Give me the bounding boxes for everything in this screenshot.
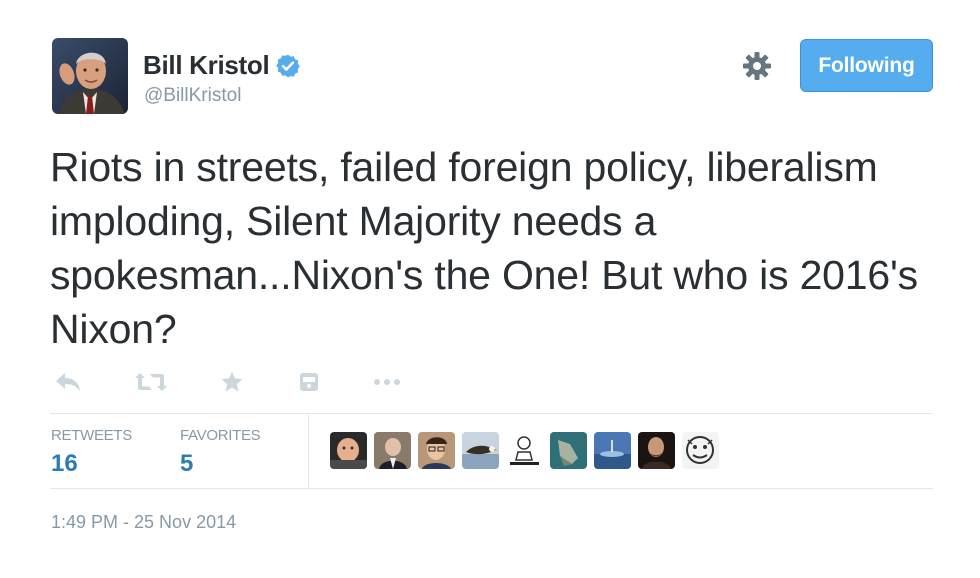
following-button[interactable]: Following <box>800 39 933 92</box>
more-dots-icon[interactable] <box>372 368 402 396</box>
retweet-icon[interactable] <box>134 368 168 396</box>
favorites-label: FAVORITES <box>180 427 261 444</box>
retweeter-avatar[interactable] <box>418 432 455 469</box>
retweets-label: RETWEETS <box>51 427 132 444</box>
retweets-stat[interactable]: RETWEETS 16 <box>51 427 132 478</box>
retweeter-avatars <box>330 432 726 469</box>
retweeter-avatar[interactable] <box>682 432 719 469</box>
avatar[interactable] <box>52 38 128 114</box>
user-name-row[interactable]: Bill Kristol <box>143 50 301 81</box>
embed-icon[interactable] <box>299 368 319 396</box>
favorites-stat[interactable]: FAVORITES 5 <box>180 427 261 478</box>
gear-icon[interactable] <box>741 50 773 82</box>
tweet-text: Riots in streets, failed foreign policy,… <box>50 144 918 352</box>
favorite-star-icon[interactable] <box>220 368 244 396</box>
profile-photo <box>52 38 128 114</box>
retweeter-avatar[interactable] <box>330 432 367 469</box>
retweeter-avatar[interactable] <box>638 432 675 469</box>
reply-icon[interactable] <box>54 368 82 396</box>
display-name[interactable]: Bill Kristol <box>143 50 270 81</box>
retweeter-avatar[interactable] <box>594 432 631 469</box>
tweet-timestamp[interactable]: 1:49 PM - 25 Nov 2014 <box>51 512 236 533</box>
tweet-card: Bill Kristol @BillKristol Following Riot… <box>0 0 980 578</box>
retweeter-avatar[interactable] <box>462 432 499 469</box>
divider-top <box>50 413 933 414</box>
divider-bottom <box>50 488 933 489</box>
retweets-count: 16 <box>51 450 78 477</box>
retweeter-avatar[interactable] <box>374 432 411 469</box>
stats-separator <box>308 415 309 488</box>
retweeter-avatar[interactable] <box>506 432 543 469</box>
verified-badge-icon <box>275 53 301 79</box>
favorites-count: 5 <box>180 450 194 477</box>
user-handle[interactable]: @BillKristol <box>144 85 241 107</box>
retweeter-avatar[interactable] <box>550 432 587 469</box>
tweet-stats: RETWEETS 16 FAVORITES 5 <box>50 415 933 488</box>
